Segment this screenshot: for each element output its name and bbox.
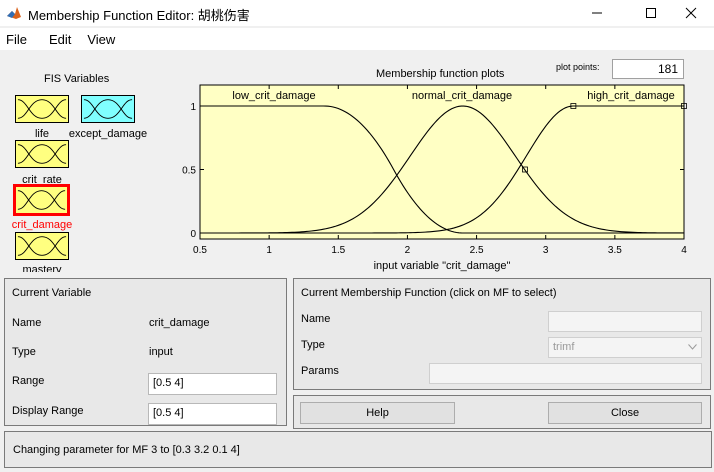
current-variable-title: Current Variable xyxy=(12,287,92,299)
close-window-button[interactable] xyxy=(668,0,714,26)
x-tick-label: 2.5 xyxy=(470,245,484,256)
status-text: Changing parameter for MF 3 to [0.3 3.2 … xyxy=(13,444,240,456)
x-axis-label: input variable "crit_damage" xyxy=(374,260,511,272)
x-tick-label: 2 xyxy=(405,245,411,256)
fis-var-life[interactable] xyxy=(15,95,69,123)
y-tick-label: 1 xyxy=(190,102,196,113)
mf-name-input[interactable] xyxy=(548,311,702,332)
close-icon xyxy=(685,7,697,19)
menu-bar: File Edit View xyxy=(0,28,714,50)
x-tick-label: 4 xyxy=(681,245,687,256)
fis-var-crit-damage[interactable] xyxy=(13,184,70,216)
current-mf-title: Current Membership Function (click on MF… xyxy=(301,287,557,299)
mf-curves-icon xyxy=(83,99,133,119)
chevron-down-icon xyxy=(688,344,697,350)
title-bar: Membership Function Editor: 胡桃伤害 xyxy=(0,0,714,26)
x-tick-label: 3 xyxy=(543,245,549,256)
fis-var-label: mastery xyxy=(22,264,62,272)
display-range-label: Display Range xyxy=(12,405,84,417)
fis-var-crit-rate[interactable] xyxy=(15,140,69,168)
y-tick-label: 0 xyxy=(190,229,196,240)
display-range-input[interactable]: [0.5 4] xyxy=(148,403,277,425)
mf-curves-icon xyxy=(17,144,67,164)
mf-curves-icon xyxy=(17,190,66,210)
mf-params-input[interactable] xyxy=(429,363,702,384)
current-variable-panel: Current Variable Name crit_damage Type i… xyxy=(4,278,287,426)
x-tick-label: 3.5 xyxy=(608,245,622,256)
mf-plot-chart[interactable]: 0 0.5 1 0.5 1 1.5 2 2.5 3 3.5 4 low_crit_damage no… xyxy=(176,80,696,272)
variable-type-value: input xyxy=(149,346,173,358)
fis-var-label: life xyxy=(34,128,50,140)
mf-params-label: Params xyxy=(301,365,339,377)
fis-var-mastery[interactable] xyxy=(15,232,69,260)
range-input[interactable]: [0.5 4] xyxy=(148,373,277,395)
maximize-icon xyxy=(646,8,656,18)
mf-label[interactable]: high_crit_damage xyxy=(587,90,674,102)
help-button[interactable]: Help xyxy=(300,402,455,424)
mf-curves-icon xyxy=(17,99,67,119)
minimize-icon xyxy=(592,12,602,14)
minimize-button[interactable] xyxy=(574,0,620,26)
fis-var-except-damage[interactable] xyxy=(81,95,135,123)
x-tick-label: 0.5 xyxy=(193,245,207,256)
status-bar: Changing parameter for MF 3 to [0.3 3.2 … xyxy=(4,431,712,468)
close-button[interactable]: Close xyxy=(548,402,702,424)
x-tick-label: 1 xyxy=(266,245,272,256)
mf-name-label: Name xyxy=(301,313,331,325)
mf-plots-title: Membership function plots xyxy=(376,68,505,80)
menu-file[interactable]: File xyxy=(0,32,33,47)
fis-variables-title: FIS Variables xyxy=(44,73,110,85)
mf-curves-icon xyxy=(17,236,67,256)
fis-var-label-selected: crit_damage xyxy=(11,219,73,231)
variable-name-value: crit_damage xyxy=(149,317,210,329)
mf-label[interactable]: low_crit_damage xyxy=(232,90,315,102)
plot-points-label: plot points: xyxy=(556,62,600,72)
mf-type-select[interactable]: trimf xyxy=(548,337,702,358)
menu-view[interactable]: View xyxy=(81,32,121,47)
button-panel: Help Close xyxy=(293,395,711,429)
mf-type-value: trimf xyxy=(553,341,575,353)
range-label: Range xyxy=(12,375,45,387)
x-tick-label: 1.5 xyxy=(331,245,345,256)
y-tick-label: 0.5 xyxy=(182,166,196,177)
matlab-logo-icon xyxy=(7,7,21,19)
mf-type-label: Type xyxy=(301,339,325,351)
menu-edit[interactable]: Edit xyxy=(43,32,77,47)
window-title: Membership Function Editor: 胡桃伤害 xyxy=(28,8,250,23)
variable-type-label: Type xyxy=(12,346,36,358)
variable-name-label: Name xyxy=(12,317,42,329)
plot-points-input[interactable]: 181 xyxy=(612,59,684,79)
mf-label[interactable]: normal_crit_damage xyxy=(412,90,512,102)
current-mf-panel: Current Membership Function (click on MF… xyxy=(293,278,711,390)
fis-var-label: except_damage xyxy=(68,128,148,140)
plot-area xyxy=(199,84,685,240)
